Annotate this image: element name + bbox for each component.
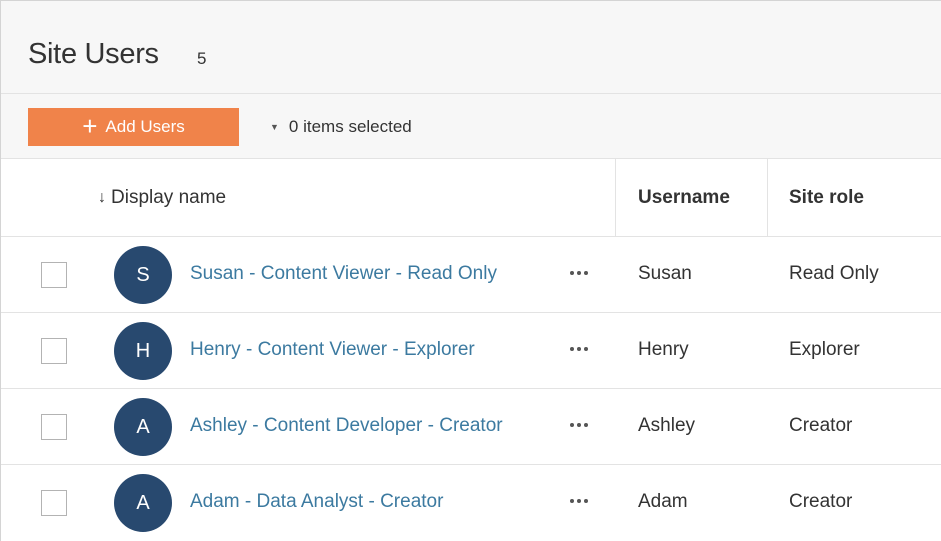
- username-cell: Ashley: [638, 415, 696, 436]
- page-header: Site Users 5: [1, 1, 941, 93]
- plus-icon: +: [82, 111, 98, 141]
- caret-down-icon: ▼: [270, 122, 279, 132]
- add-users-label: Add Users: [105, 117, 185, 136]
- table-row: A Ashley - Content Developer - Creator A…: [1, 389, 941, 465]
- avatar: A: [114, 474, 172, 532]
- user-count-badge: 5: [197, 49, 207, 68]
- avatar: S: [114, 246, 172, 304]
- site-role-cell: Read Only: [789, 263, 879, 284]
- site-role-cell: Creator: [789, 415, 853, 436]
- row-checkbox[interactable]: [41, 338, 67, 364]
- column-divider: [615, 159, 616, 237]
- username-cell: Adam: [638, 491, 688, 512]
- more-actions-icon[interactable]: [563, 411, 595, 439]
- display-name-link[interactable]: Adam - Data Analyst - Creator: [190, 491, 443, 513]
- row-checkbox[interactable]: [41, 262, 67, 288]
- toolbar: + Add Users ▼ 0 items selected: [1, 93, 941, 159]
- more-actions-icon[interactable]: [563, 259, 595, 287]
- table-row: A Adam - Data Analyst - Creator Adam Cre…: [1, 465, 941, 541]
- avatar: H: [114, 322, 172, 380]
- selection-dropdown[interactable]: ▼ 0 items selected: [270, 117, 412, 137]
- site-role-cell: Creator: [789, 491, 853, 512]
- avatar: A: [114, 398, 172, 456]
- table-row: H Henry - Content Viewer - Explorer Henr…: [1, 313, 941, 389]
- username-cell: Susan: [638, 263, 692, 284]
- column-header-username[interactable]: Username: [638, 159, 730, 237]
- more-actions-icon[interactable]: [563, 335, 595, 363]
- table-header: ↓ Display name Username Site role: [1, 159, 941, 237]
- column-header-display-name-label: Display name: [111, 187, 227, 208]
- display-name-link[interactable]: Henry - Content Viewer - Explorer: [190, 339, 475, 361]
- column-divider: [767, 159, 768, 237]
- username-cell: Henry: [638, 339, 689, 360]
- display-name-link[interactable]: Ashley - Content Developer - Creator: [190, 415, 503, 437]
- table-row: S Susan - Content Viewer - Read Only Sus…: [1, 237, 941, 313]
- site-role-cell: Explorer: [789, 339, 860, 360]
- selection-count-text: 0 items selected: [288, 117, 412, 136]
- display-name-link[interactable]: Susan - Content Viewer - Read Only: [190, 263, 497, 285]
- page-title: Site Users: [28, 38, 159, 70]
- sort-down-arrow-icon: ↓: [98, 189, 106, 206]
- add-users-button[interactable]: + Add Users: [28, 108, 239, 146]
- row-checkbox[interactable]: [41, 490, 67, 516]
- more-actions-icon[interactable]: [563, 487, 595, 515]
- column-header-display-name[interactable]: ↓ Display name: [98, 159, 226, 237]
- row-checkbox[interactable]: [41, 414, 67, 440]
- column-header-site-role[interactable]: Site role: [789, 159, 864, 237]
